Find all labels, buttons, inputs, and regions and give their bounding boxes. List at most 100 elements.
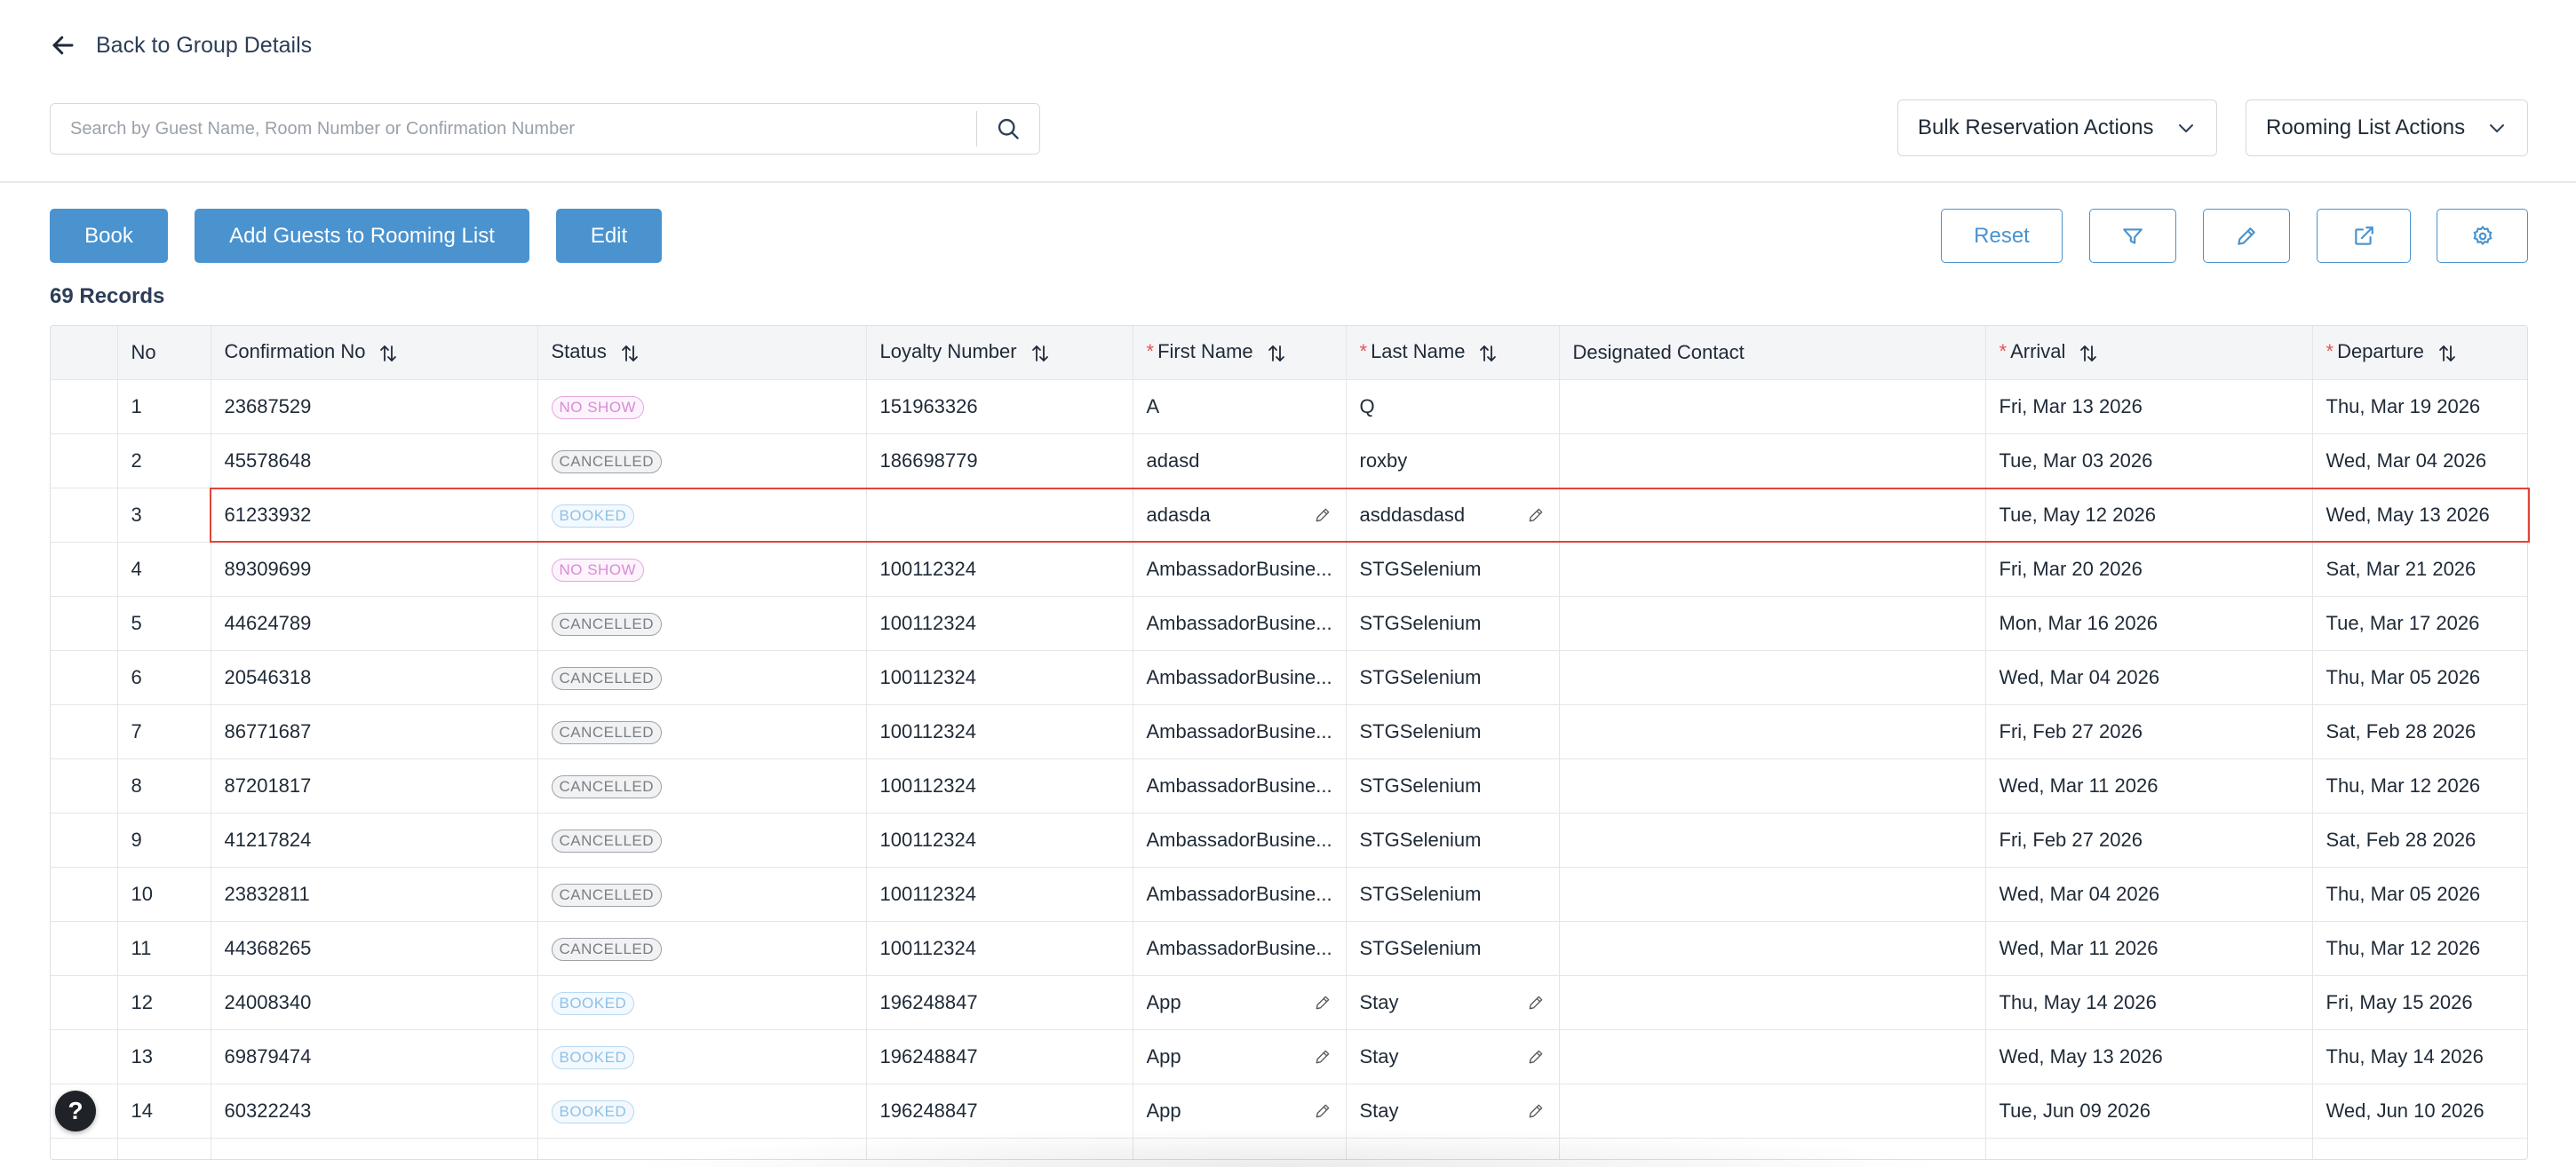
table-row[interactable]: 10 23832811 CANCELLED 100112324 AmbassadorBu…	[51, 867, 2527, 922]
last-name-cell[interactable]: Stay	[1346, 1029, 1560, 1084]
sort-icon[interactable]	[1030, 341, 1051, 364]
confirmation-header-label: Confirmation No	[224, 340, 366, 363]
first-name-value: adasda	[1146, 503, 1211, 526]
status-badge: CANCELLED	[551, 666, 663, 690]
table-row[interactable]: 8 87201817 CANCELLED 100112324 AmbassadorBus…	[51, 758, 2527, 814]
edit-columns-button[interactable]	[2203, 209, 2290, 263]
row-select-cell[interactable]	[51, 758, 118, 814]
settings-button[interactable]	[2437, 209, 2528, 263]
last-name-cell[interactable]: asddasdasd	[1346, 488, 1560, 543]
status-cell: CANCELLED	[537, 596, 867, 651]
first-name-cell: AmbassadorBusine...	[1133, 921, 1347, 976]
status-cell: NO SHOW	[537, 379, 867, 434]
first-name-value: AmbassadorBusine...	[1146, 719, 1332, 742]
status-column-header[interactable]: Status	[537, 326, 867, 380]
arrival-cell: Wed, Mar 04 2026	[1985, 650, 2313, 705]
loyalty-column-header[interactable]: Loyalty Number	[866, 326, 1133, 380]
last-name-column-header[interactable]: * Last Name	[1346, 326, 1560, 380]
pencil-icon[interactable]	[1314, 1048, 1332, 1066]
row-select-cell[interactable]	[51, 921, 118, 976]
row-select-cell[interactable]	[51, 488, 118, 543]
table-row[interactable]: 5 44624789 CANCELLED 100112324 AmbassadorBus…	[51, 596, 2527, 651]
pencil-icon[interactable]	[1314, 994, 1332, 1012]
search-box	[50, 103, 1040, 155]
status-badge: CANCELLED	[551, 883, 663, 907]
status-badge: CANCELLED	[551, 774, 663, 798]
pencil-icon[interactable]	[1314, 1102, 1332, 1120]
last-name-value: STGSelenium	[1359, 882, 1482, 905]
sort-icon[interactable]	[1266, 341, 1287, 364]
sort-icon[interactable]	[619, 341, 640, 364]
row-select-cell[interactable]	[51, 650, 118, 705]
last-name-value: Q	[1359, 394, 1375, 417]
reset-button[interactable]: Reset	[1941, 209, 2063, 263]
status-badge: NO SHOW	[551, 395, 645, 419]
last-name-value: STGSelenium	[1359, 557, 1482, 580]
search-button[interactable]	[977, 104, 1039, 154]
table-row[interactable]: 1 23687529 NO SHOW 151963326 A Q Fri, Mar 13 2…	[51, 379, 2527, 434]
pencil-icon[interactable]	[1314, 506, 1332, 524]
row-select-cell[interactable]	[51, 704, 118, 759]
confirmation-cell: 23832811	[211, 867, 538, 922]
loyalty-cell: 100112324	[866, 813, 1133, 868]
table-row[interactable]: 13 69879474 BOOKED 196248847 App Stay Wed, May…	[51, 1029, 2527, 1084]
first-name-column-header[interactable]: * First Name	[1133, 326, 1347, 380]
first-name-value: App	[1146, 990, 1181, 1013]
back-to-group-details-link[interactable]: Back to Group Details	[50, 32, 312, 59]
table-row[interactable]: 3 61233932 BOOKED adasda asddasdasd Tue, May …	[51, 488, 2527, 543]
table-row[interactable]	[51, 1138, 2527, 1159]
edit-button[interactable]: Edit	[556, 209, 662, 263]
add-guests-to-rooming-list-button[interactable]: Add Guests to Rooming List	[195, 209, 529, 263]
table-row[interactable]: 11 44368265 CANCELLED 100112324 AmbassadorBu…	[51, 921, 2527, 976]
table-row[interactable]: 4 89309699 NO SHOW 100112324 AmbassadorBusin…	[51, 542, 2527, 597]
table-row[interactable]: 14 60322243 BOOKED 196248847 App Stay Tue, Jun…	[51, 1084, 2527, 1139]
sort-icon[interactable]	[1477, 341, 1499, 364]
arrival-column-header[interactable]: * Arrival	[1985, 326, 2313, 380]
last-name-value: Stay	[1359, 1044, 1399, 1068]
row-select-cell[interactable]	[51, 596, 118, 651]
pencil-icon[interactable]	[1527, 1102, 1545, 1120]
sort-icon[interactable]	[378, 341, 399, 364]
row-select-cell[interactable]	[51, 433, 118, 488]
book-button[interactable]: Book	[50, 209, 168, 263]
row-select-cell[interactable]	[51, 813, 118, 868]
table-row[interactable]: 2 45578648 CANCELLED 186698779 adasd roxby Tue…	[51, 433, 2527, 488]
loyalty-cell: 151963326	[866, 379, 1133, 434]
first-name-cell[interactable]: App	[1133, 975, 1347, 1030]
last-name-cell[interactable]: Stay	[1346, 1084, 1560, 1139]
bulk-reservation-actions-dropdown[interactable]: Bulk Reservation Actions	[1897, 99, 2217, 156]
loyalty-cell: 100112324	[866, 704, 1133, 759]
first-name-cell[interactable]: App	[1133, 1084, 1347, 1139]
row-select-cell[interactable]	[51, 379, 118, 434]
last-name-cell[interactable]: Stay	[1346, 975, 1560, 1030]
pencil-icon[interactable]	[1527, 506, 1545, 524]
row-select-cell[interactable]	[51, 867, 118, 922]
filter-button[interactable]	[2089, 209, 2176, 263]
row-select-cell[interactable]	[51, 1029, 118, 1084]
help-button[interactable]: ?	[55, 1091, 96, 1131]
row-select-cell[interactable]	[51, 975, 118, 1030]
required-mark: *	[1359, 340, 1368, 363]
row-number-cell: 2	[117, 433, 211, 488]
sort-icon[interactable]	[2078, 341, 2099, 364]
first-name-cell[interactable]: App	[1133, 1029, 1347, 1084]
pencil-icon[interactable]	[1527, 1048, 1545, 1066]
export-button[interactable]	[2317, 209, 2411, 263]
table-row[interactable]: 7 86771687 CANCELLED 100112324 AmbassadorBus…	[51, 704, 2527, 759]
table-row[interactable]: 6 20546318 CANCELLED 100112324 AmbassadorBus…	[51, 650, 2527, 705]
required-mark: *	[1146, 340, 1155, 363]
status-cell: CANCELLED	[537, 758, 867, 814]
sort-icon[interactable]	[2437, 341, 2458, 364]
designated-contact-cell	[1559, 488, 1986, 543]
pencil-icon[interactable]	[1527, 994, 1545, 1012]
departure-column-header[interactable]: * Departure	[2312, 326, 2527, 380]
first-name-cell[interactable]: adasda	[1133, 488, 1347, 543]
table-row[interactable]: 12 24008340 BOOKED 196248847 App Stay Thu, May…	[51, 975, 2527, 1030]
confirmation-column-header[interactable]: Confirmation No	[211, 326, 538, 380]
designated-contact-column-header: Designated Contact	[1559, 326, 1986, 380]
rooming-list-actions-dropdown[interactable]: Rooming List Actions	[2246, 99, 2528, 156]
search-input[interactable]	[51, 104, 976, 154]
designated-contact-cell	[1559, 433, 1986, 488]
row-select-cell[interactable]	[51, 542, 118, 597]
table-row[interactable]: 9 41217824 CANCELLED 100112324 AmbassadorBus…	[51, 813, 2527, 868]
